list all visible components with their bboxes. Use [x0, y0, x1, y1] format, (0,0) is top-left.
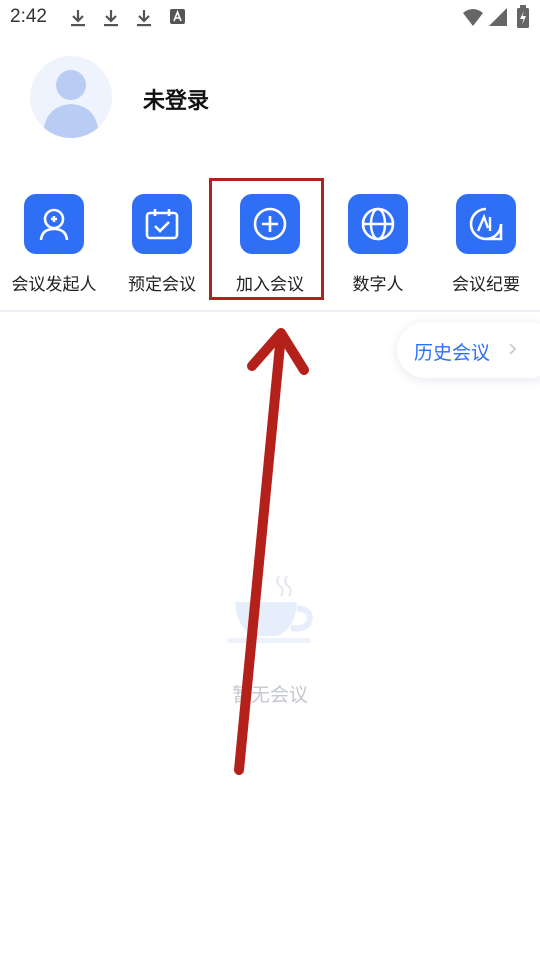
wifi-icon: [463, 9, 483, 26]
download-icon: [71, 10, 85, 27]
download-icon: [104, 10, 118, 27]
shortcut-label: 会议纪要: [452, 275, 520, 295]
shortcut-label: 数字人: [352, 275, 404, 295]
shortcut-label: 会议发起人: [11, 275, 97, 295]
calendar-check-icon: [132, 194, 192, 254]
annotation-arrow: [234, 328, 309, 775]
user-avatar-icon: [43, 70, 99, 138]
history-meetings-button[interactable]: 历史会议: [397, 322, 540, 378]
a-icon: [170, 9, 185, 24]
download-icon: [137, 10, 151, 27]
avatar[interactable]: [30, 56, 112, 138]
chevron-right-icon: [509, 343, 517, 355]
highlight-box: [209, 178, 324, 300]
empty-state-text: 暂无会议: [231, 684, 308, 706]
status-time: 2:42: [10, 6, 47, 27]
globe-icon: [348, 194, 408, 254]
signal-icon: [489, 8, 507, 26]
shortcut-minutes[interactable]: 会议纪要: [432, 190, 540, 300]
history-meetings-label: 历史会议: [414, 342, 491, 364]
shortcut-digital-human[interactable]: 数字人: [324, 190, 432, 300]
shortcut-label: 预定会议: [128, 275, 196, 295]
host-user-icon: [24, 194, 84, 254]
login-status[interactable]: 未登录: [143, 83, 209, 115]
ai-notes-icon: [456, 194, 516, 254]
divider: [0, 310, 540, 312]
status-bar: 2:42: [0, 0, 540, 36]
battery-icon: [517, 5, 529, 28]
coffee-cup-icon: [227, 575, 313, 643]
shortcut-schedule[interactable]: 预定会议: [108, 190, 216, 300]
shortcut-host[interactable]: 会议发起人: [0, 190, 108, 300]
